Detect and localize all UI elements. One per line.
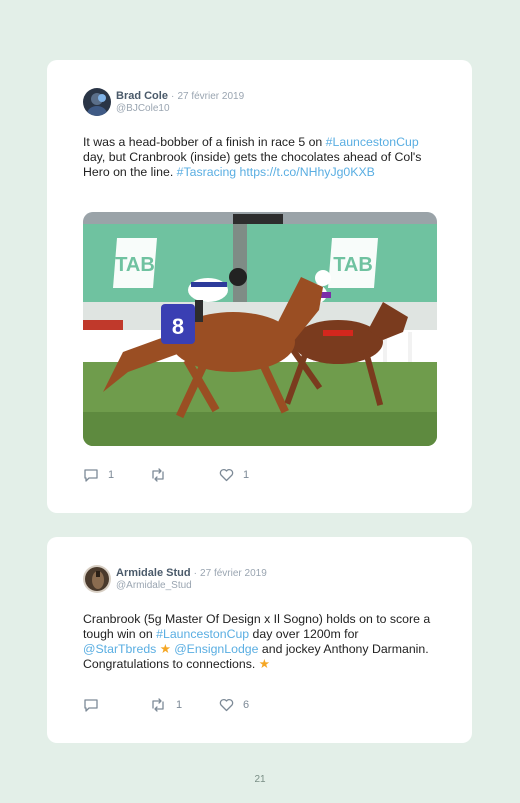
mention-link[interactable]: @StarTbreds [83,642,156,656]
star-emoji: ★ [258,657,270,671]
retweet-icon [152,698,164,712]
tweet-photo[interactable]: TAB TAB 8 [83,212,437,446]
author-name[interactable]: Armidale Stud [116,567,191,579]
mention-link[interactable]: @EnsignLodge [174,642,258,656]
tweet-date[interactable]: 27 février 2019 [200,568,267,579]
tweet-header: Brad Cole · 27 février 2019 @BJCole10 [83,88,443,118]
reply-button[interactable] [83,698,108,712]
tweet-text: It was a head-bobber of a finish in race… [83,135,433,180]
reply-icon [84,699,98,712]
tab-logo-text: TAB [333,254,373,276]
star-emoji: ★ [159,642,171,656]
tweet-card: Armidale Stud · 27 février 2019 @Armidal… [47,537,472,743]
tweet-actions: 1 6 [83,698,283,716]
separator: · [193,568,197,579]
like-count: 6 [243,699,250,711]
tweet-text: Cranbrook (5g Master Of Design x Il Sogn… [83,612,433,672]
retweet-count: 1 [176,699,183,711]
tweet-card: Brad Cole · 27 février 2019 @BJCole10 It… [47,60,472,513]
reply-icon [84,469,98,482]
heart-icon [219,468,234,482]
author-handle[interactable]: @BJCole10 [116,103,170,114]
hashtag-link[interactable]: #LauncestonCup [326,135,419,149]
retweet-button[interactable]: 1 [149,698,182,712]
tab-logo-text: TAB [115,254,155,276]
saddle-number: 8 [172,314,184,339]
hashtag-link[interactable]: #Tasracing [177,165,236,179]
retweet-icon [152,468,164,482]
like-button[interactable]: 6 [219,698,249,712]
text-segment: day over 1200m for [249,627,359,641]
separator: · [171,91,175,102]
like-button[interactable]: 1 [219,468,249,482]
tweet-header: Armidale Stud · 27 février 2019 @Armidal… [83,565,443,595]
author-name[interactable]: Brad Cole [116,90,168,102]
avatar[interactable] [83,565,111,593]
page-number: 21 [254,774,266,785]
author-handle[interactable]: @Armidale_Stud [116,580,192,591]
text-segment: It was a head-bobber of a finish in race… [83,135,326,149]
hashtag-link[interactable]: #LauncestonCup [156,627,249,641]
reply-button[interactable]: 1 [83,468,114,482]
heart-icon [219,698,234,712]
retweet-button[interactable] [149,468,176,482]
like-count: 1 [243,469,250,481]
reply-count: 1 [108,469,115,481]
avatar[interactable] [83,88,111,116]
url-link[interactable]: https://t.co/NHhyJg0KXB [240,165,375,179]
tweet-date[interactable]: 27 février 2019 [177,91,244,102]
tweet-actions: 1 1 [83,468,283,486]
